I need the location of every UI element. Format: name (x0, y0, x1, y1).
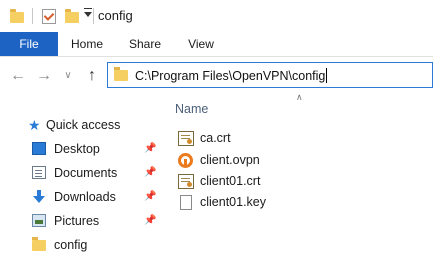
star-icon: ★ (28, 117, 41, 133)
divider (93, 8, 94, 24)
sidebar-item-label: config (54, 238, 88, 252)
ribbon-tabs: File Home Share View (0, 32, 433, 57)
folder-icon (114, 67, 128, 81)
address-path-container: C:\Program Files\OpenVPN\config (135, 68, 328, 83)
file-name: client01.crt (200, 174, 261, 188)
back-arrow-icon[interactable]: ← (8, 66, 28, 86)
divider (32, 8, 33, 24)
file-name: client.ovpn (200, 153, 260, 167)
documents-icon (32, 166, 46, 179)
tab-share[interactable]: Share (120, 32, 170, 56)
pictures-icon (32, 214, 46, 227)
text-caret (326, 68, 328, 83)
customize-quick-access-dropdown-icon[interactable] (84, 8, 92, 17)
folder-icon (32, 237, 46, 251)
forward-arrow-icon[interactable]: → (34, 66, 54, 86)
title-bar: config (0, 0, 433, 32)
quick-access-label: Quick access (46, 118, 121, 132)
recent-locations-chevron-icon[interactable]: ∨ (58, 66, 78, 86)
desktop-icon (32, 142, 46, 155)
address-path[interactable]: C:\Program Files\OpenVPN\config (135, 69, 325, 83)
file-name: ca.crt (200, 131, 231, 145)
pin-icon[interactable]: 📌 (144, 191, 156, 203)
sidebar-item-label: Desktop (54, 142, 100, 156)
column-header-name[interactable]: Name (175, 102, 208, 116)
tab-file[interactable]: File (0, 32, 58, 56)
certificate-icon (178, 131, 194, 146)
pin-icon[interactable]: 📌 (144, 143, 156, 155)
address-bar[interactable]: C:\Program Files\OpenVPN\config (107, 62, 433, 88)
tab-home[interactable]: Home (62, 32, 112, 56)
new-folder-icon[interactable] (65, 9, 79, 23)
up-arrow-icon[interactable]: ↑ (82, 66, 102, 86)
properties-icon[interactable] (42, 9, 56, 24)
folder-icon (10, 9, 24, 23)
sort-chevron-icon[interactable]: ∧ (296, 92, 303, 103)
openvpn-config-icon (178, 153, 193, 168)
pin-icon[interactable]: 📌 (144, 167, 156, 179)
file-name: client01.key (200, 195, 267, 209)
window-title: config (98, 8, 133, 23)
file-icon (180, 195, 192, 210)
downloads-icon (32, 190, 46, 203)
sidebar-item-label: Documents (54, 166, 118, 180)
sidebar-item-label: Pictures (54, 214, 100, 228)
certificate-icon (178, 174, 194, 189)
tab-view[interactable]: View (176, 32, 226, 56)
sidebar-item-label: Downloads (54, 190, 116, 204)
pin-icon[interactable]: 📌 (144, 215, 156, 227)
